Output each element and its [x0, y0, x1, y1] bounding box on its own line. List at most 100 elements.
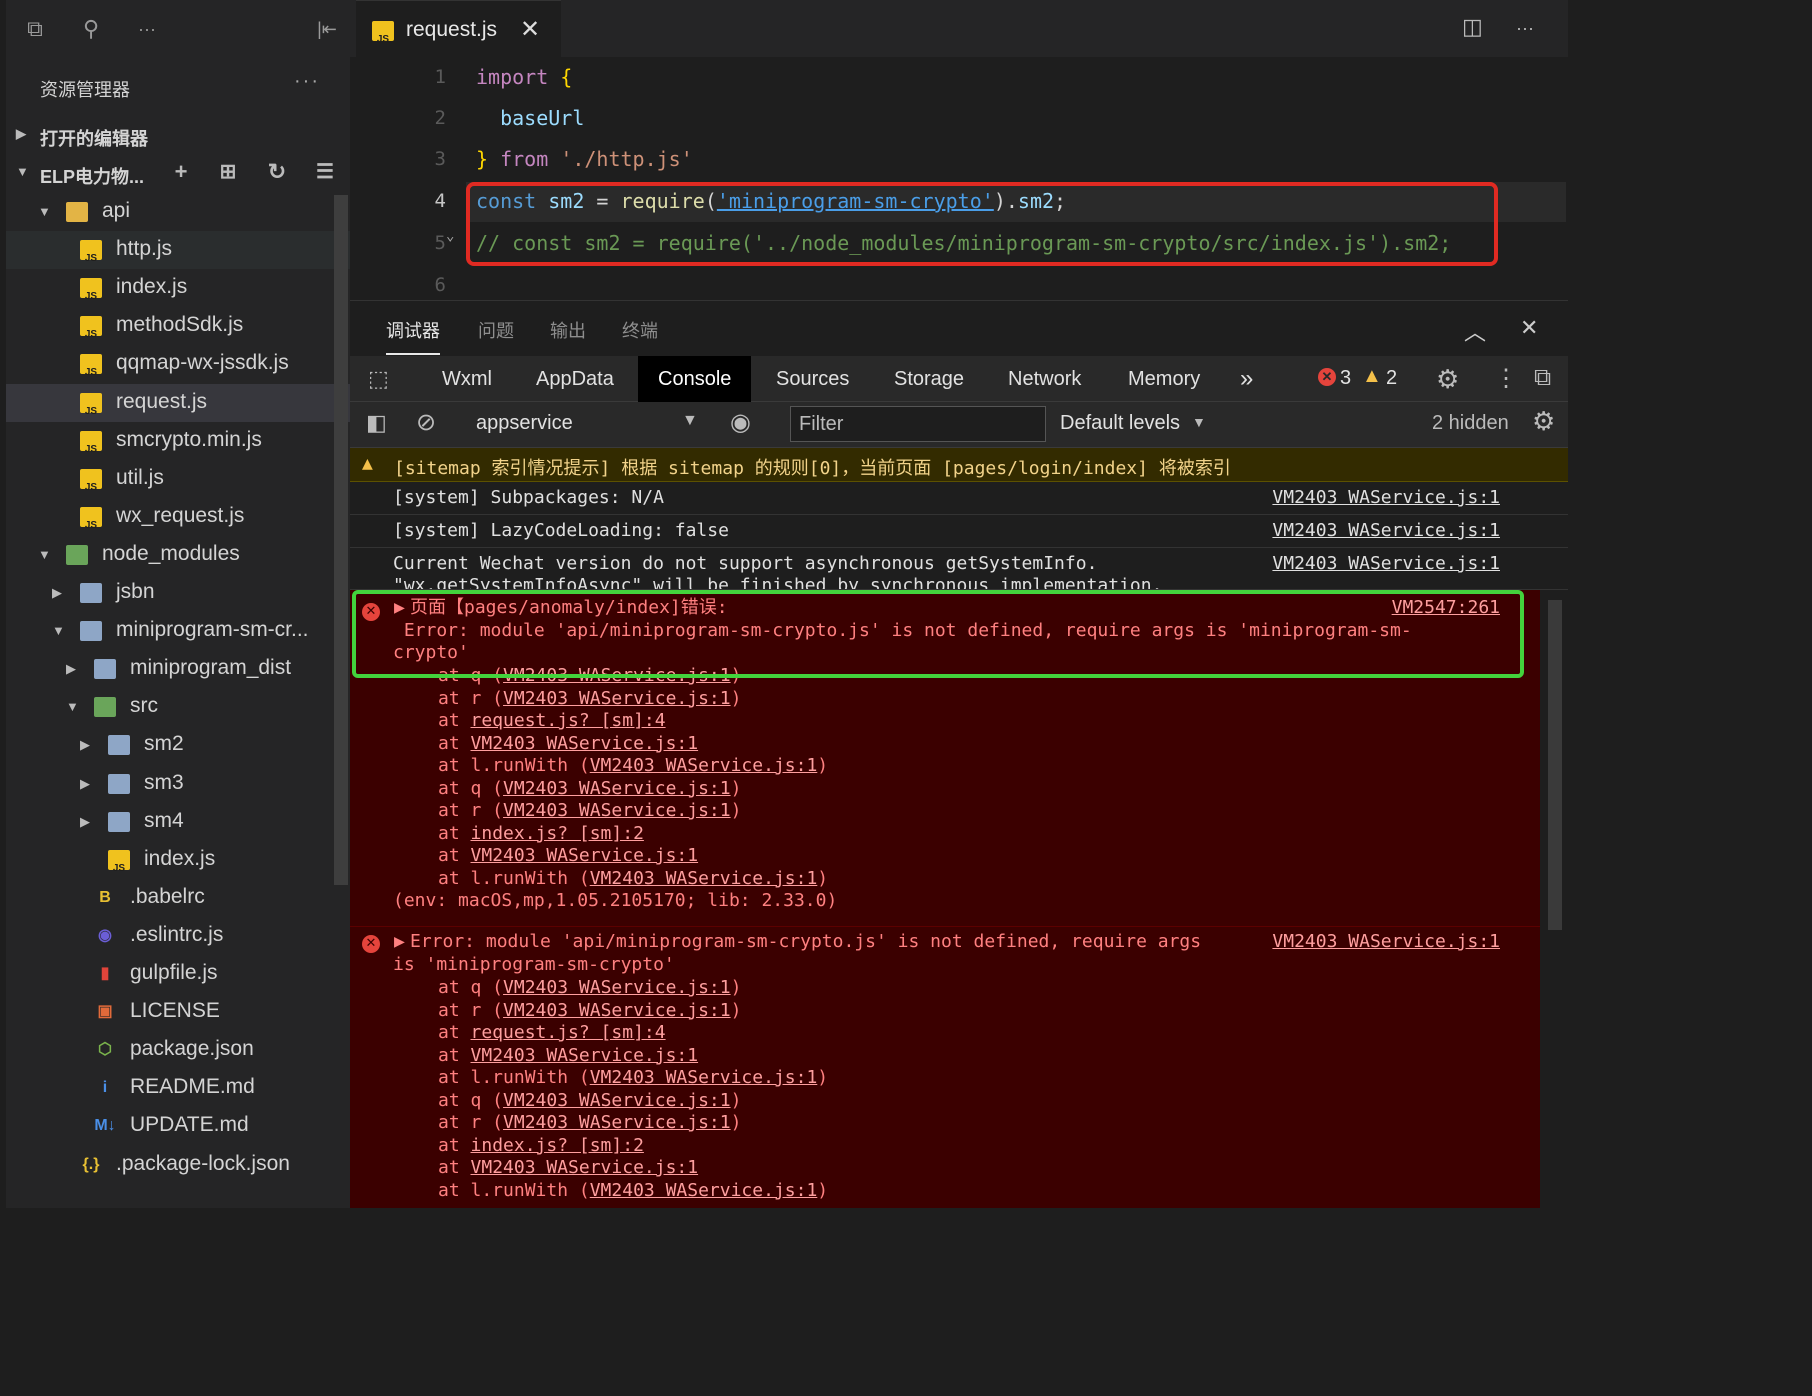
- sidebar-toggle-icon[interactable]: ◧: [366, 410, 387, 436]
- tree-item[interactable]: ▼ api: [6, 193, 350, 231]
- stack-link[interactable]: VM2403 WAService.js:1: [471, 1045, 699, 1066]
- levels-caret-icon[interactable]: ▼: [1192, 414, 1206, 430]
- tree-item[interactable]: JS smcrypto.min.js: [6, 422, 350, 460]
- close-tab-icon[interactable]: ✕: [520, 15, 540, 44]
- tree-item[interactable]: JS index.js: [6, 841, 350, 879]
- collapse-all-icon[interactable]: ☰: [310, 157, 340, 187]
- stack-link[interactable]: VM2403 WAService.js:1: [503, 688, 731, 709]
- stack-link[interactable]: VM2403 WAService.js:1: [590, 868, 818, 889]
- kebab-menu-icon[interactable]: ⋮: [1494, 364, 1518, 393]
- tree-item[interactable]: {.} .package-lock.json: [6, 1146, 350, 1184]
- source-link[interactable]: VM2403 WAService.js:1: [1272, 520, 1500, 541]
- stack-link[interactable]: request.js? [sm]:4: [471, 710, 666, 731]
- stack-link[interactable]: index.js? [sm]:2: [471, 1135, 644, 1156]
- tree-item[interactable]: M↓ UPDATE.md: [6, 1107, 350, 1145]
- fold-chevron-icon[interactable]: ⌄: [446, 228, 454, 244]
- tree-item[interactable]: JS http.js: [6, 231, 350, 270]
- tree-item[interactable]: ▶ sm2: [6, 726, 350, 764]
- new-file-icon[interactable]: +: [166, 157, 196, 187]
- tab-network[interactable]: Network: [988, 356, 1101, 402]
- settings-icon[interactable]: ⚙: [1436, 364, 1459, 395]
- warning-count[interactable]: 2: [1386, 367, 1397, 390]
- source-link[interactable]: VM2403 WAService.js:1: [1272, 487, 1500, 508]
- tab-console[interactable]: Console: [638, 356, 752, 402]
- md-icon: M↓: [94, 1117, 116, 1135]
- refresh-icon[interactable]: ↻: [262, 157, 292, 187]
- source-link[interactable]: VM2403 WAService.js:1: [1272, 553, 1500, 574]
- tree-item[interactable]: JS qqmap-wx-jssdk.js: [6, 345, 350, 383]
- stack-link[interactable]: index.js? [sm]:2: [471, 823, 644, 844]
- close-panel-icon[interactable]: ✕: [1520, 315, 1538, 341]
- tab-storage[interactable]: Storage: [874, 356, 984, 402]
- stack-link[interactable]: VM2403 WAService.js:1: [503, 977, 731, 998]
- tree-item[interactable]: JS index.js: [6, 269, 350, 307]
- error-title[interactable]: Error: module 'api/miniprogram-sm-crypto…: [410, 931, 1201, 954]
- tree-item[interactable]: ◉ .eslintrc.js: [6, 917, 350, 955]
- stack-link[interactable]: VM2403 WAService.js:1: [503, 1090, 731, 1111]
- sidebar-scrollbar[interactable]: [334, 195, 348, 885]
- tree-item[interactable]: ⬡ package.json: [6, 1031, 350, 1069]
- tree-item[interactable]: B .babelrc: [6, 879, 350, 917]
- stack-link[interactable]: VM2403 WAService.js:1: [503, 1000, 731, 1021]
- new-folder-icon[interactable]: ⊞: [213, 157, 243, 187]
- maximize-panel-icon[interactable]: ︿: [1464, 315, 1486, 347]
- tree-item[interactable]: i README.md: [6, 1069, 350, 1107]
- source-link[interactable]: VM2403 WAService.js:1: [1272, 931, 1500, 952]
- tab-wxml[interactable]: Wxml: [422, 356, 512, 402]
- open-editors-section[interactable]: ▶ 打开的编辑器: [6, 116, 350, 154]
- tab-request-js[interactable]: JS request.js ✕: [356, 0, 561, 58]
- tree-item[interactable]: JS methodSdk.js: [6, 307, 350, 345]
- clear-console-icon[interactable]: ⊘: [416, 408, 436, 437]
- tab-sources[interactable]: Sources: [756, 356, 869, 402]
- split-editor-icon[interactable]: ◫: [1462, 14, 1483, 40]
- tree-item[interactable]: JS util.js: [6, 460, 350, 498]
- tab-memory[interactable]: Memory: [1108, 356, 1220, 402]
- stack-link[interactable]: VM2403 WAService.js:1: [590, 755, 818, 776]
- tree-item[interactable]: ▶ miniprogram_dist: [6, 650, 350, 688]
- stack-link[interactable]: VM2403 WAService.js:1: [590, 1180, 818, 1201]
- stack-link[interactable]: VM2403 WAService.js:1: [503, 800, 731, 821]
- collapse-sidebar-icon[interactable]: |⇤: [312, 14, 342, 44]
- editor-more-icon[interactable]: ···: [1516, 18, 1534, 39]
- explorer-more-button[interactable]: ···: [294, 70, 320, 93]
- tree-item[interactable]: ▮ gulpfile.js: [6, 955, 350, 993]
- filter-input[interactable]: Filter: [790, 406, 1046, 442]
- stack-link[interactable]: VM2403 WAService.js:1: [471, 733, 699, 754]
- tab-problems[interactable]: 问题: [478, 317, 514, 343]
- tree-item[interactable]: ▶ sm3: [6, 765, 350, 803]
- tab-debugger[interactable]: 调试器: [386, 317, 440, 355]
- files-icon[interactable]: ⧉: [20, 14, 50, 44]
- tree-item[interactable]: ▣ LICENSE: [6, 993, 350, 1031]
- tree-item[interactable]: ▶ jsbn: [6, 574, 350, 612]
- console-scrollbar[interactable]: [1548, 600, 1562, 930]
- tree-item[interactable]: ▼ node_modules: [6, 536, 350, 574]
- tree-item[interactable]: JS request.js: [6, 383, 350, 422]
- tree-item[interactable]: ▶ sm4: [6, 803, 350, 841]
- expand-arrow-icon[interactable]: ▶: [394, 931, 405, 954]
- error-count[interactable]: 3: [1340, 367, 1351, 390]
- inspect-element-icon[interactable]: ⬚: [368, 366, 389, 392]
- log-levels-select[interactable]: Default levels: [1060, 412, 1180, 435]
- stack-link[interactable]: VM2403 WAService.js:1: [503, 778, 731, 799]
- dropdown-caret-icon[interactable]: ▼: [682, 412, 698, 430]
- tab-appdata[interactable]: AppData: [516, 356, 634, 402]
- chevron-right-icon: ▶: [16, 126, 26, 141]
- tab-terminal[interactable]: 终端: [622, 317, 658, 343]
- stack-link[interactable]: VM2403 WAService.js:1: [503, 1112, 731, 1133]
- context-select[interactable]: appservice: [476, 412, 573, 435]
- console-settings-icon[interactable]: ⚙: [1532, 406, 1555, 437]
- eye-icon[interactable]: ◉: [730, 408, 751, 437]
- stack-link[interactable]: VM2403 WAService.js:1: [471, 1157, 699, 1178]
- tree-item[interactable]: ▼ miniprogram-sm-cr...: [6, 612, 350, 650]
- tree-item[interactable]: ▼ src: [6, 688, 350, 726]
- stack-link[interactable]: VM2403 WAService.js:1: [590, 1067, 818, 1088]
- tree-item[interactable]: JS wx_request.js: [6, 498, 350, 536]
- stack-link[interactable]: VM2403 WAService.js:1: [471, 845, 699, 866]
- undock-icon[interactable]: ⧉: [1534, 364, 1551, 392]
- project-section[interactable]: ▼ ELP电力物... + ⊞ ↻ ☰: [6, 154, 350, 192]
- stack-link[interactable]: request.js? [sm]:4: [471, 1022, 666, 1043]
- tab-output[interactable]: 输出: [550, 317, 586, 343]
- more-icon[interactable]: ···: [132, 14, 162, 44]
- more-tabs-button[interactable]: »: [1220, 356, 1273, 402]
- search-icon[interactable]: ⚲: [76, 14, 106, 44]
